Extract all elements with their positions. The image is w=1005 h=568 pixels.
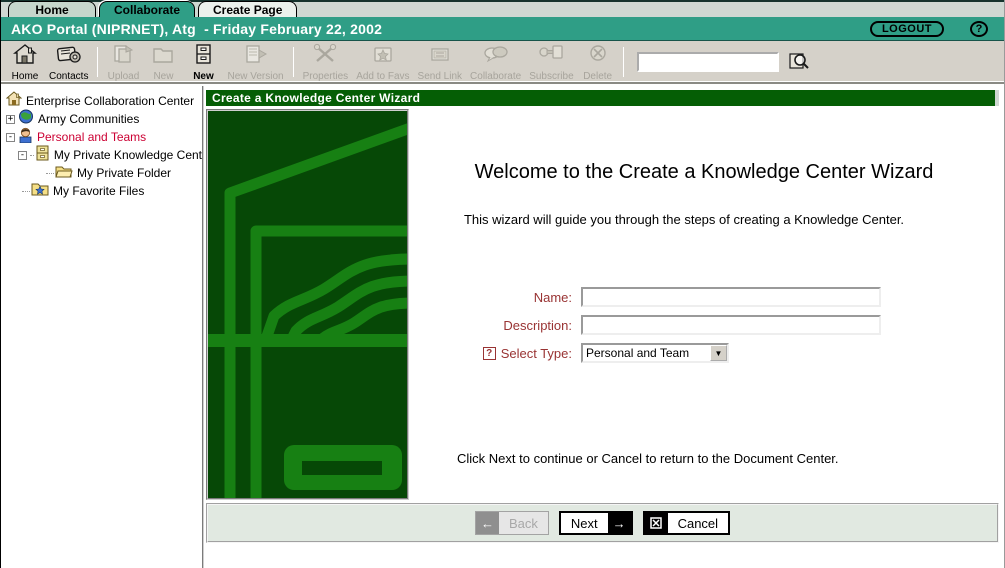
wizard-intro-text: This wizard will guide you through the s… xyxy=(409,212,959,227)
home-icon xyxy=(6,91,22,111)
toolbar-separator xyxy=(293,47,294,77)
toolbar-delete-button[interactable]: Delete xyxy=(578,42,618,82)
toolbar-properties-button[interactable]: Properties xyxy=(299,42,353,82)
field-help-icon[interactable]: ? xyxy=(483,347,496,360)
toolbar-new-version-button[interactable]: New Version xyxy=(223,42,287,82)
wizard-button-bar: ← Back Next → Cancel xyxy=(206,503,999,543)
tab-bar: Home Collaborate Create Page xyxy=(1,0,1004,17)
add-favs-icon xyxy=(371,43,395,70)
person-icon xyxy=(18,127,33,148)
name-field[interactable] xyxy=(581,287,881,307)
empty-area xyxy=(206,543,999,568)
search-icon xyxy=(788,51,810,74)
tree-item-personal-and-teams[interactable]: - Personal and Teams xyxy=(4,128,202,146)
type-select[interactable]: Personal and Team ▼ xyxy=(581,343,729,363)
folder-icon xyxy=(55,164,73,183)
new-version-icon xyxy=(242,43,270,70)
toolbar-subscribe-button[interactable]: Subscribe xyxy=(525,42,577,82)
description-field[interactable] xyxy=(581,315,881,335)
tree-item-army-communities[interactable]: + Army Communities xyxy=(4,110,202,128)
toolbar-upload-button[interactable]: Upload xyxy=(103,42,143,82)
collapse-icon[interactable]: - xyxy=(6,133,15,142)
toolbar: Home Contacts Upload New New New Version… xyxy=(1,41,1004,84)
send-link-icon xyxy=(428,43,452,70)
tree-connector xyxy=(46,173,54,174)
wizard-panel: Create a Knowledge Center Wizard xyxy=(204,86,1004,568)
description-label: Description: xyxy=(439,318,581,333)
tab-create-page[interactable]: Create Page xyxy=(198,1,297,17)
back-arrow-icon: ← xyxy=(476,512,499,534)
favorites-folder-icon xyxy=(31,182,49,201)
new-cabinet-icon xyxy=(193,43,213,70)
toolbar-add-to-favs-button[interactable]: Add to Favs xyxy=(352,42,413,82)
expand-icon[interactable]: + xyxy=(6,115,15,124)
back-button[interactable]: ← Back xyxy=(475,511,549,535)
contacts-icon xyxy=(56,43,82,70)
wizard-form: Name: Description: ? Select Type: xyxy=(439,287,881,371)
wizard-footer-note: Click Next to continue or Cancel to retu… xyxy=(457,451,839,466)
wizard-title-bar: Create a Knowledge Center Wizard xyxy=(206,90,999,106)
home-icon xyxy=(13,43,37,70)
wizard-heading: Welcome to the Create a Knowledge Center… xyxy=(409,161,999,184)
toolbar-new-button[interactable]: New xyxy=(183,42,223,82)
toolbar-contacts-button[interactable]: Contacts xyxy=(45,42,92,82)
cancel-button[interactable]: Cancel xyxy=(643,511,730,535)
circuit-board-graphic xyxy=(206,109,409,500)
tree-connector xyxy=(22,191,30,192)
cancel-x-icon xyxy=(645,513,668,533)
ako-portal-window: Home Collaborate Create Page AKO Portal … xyxy=(0,0,1005,568)
properties-icon xyxy=(312,43,338,70)
toolbar-separator xyxy=(623,47,624,77)
wizard-title: Create a Knowledge Center Wizard xyxy=(212,91,420,105)
upload-icon xyxy=(111,43,135,70)
tab-collaborate[interactable]: Collaborate xyxy=(99,1,195,17)
next-arrow-icon: → xyxy=(608,513,631,533)
toolbar-send-link-button[interactable]: Send Link xyxy=(414,42,466,82)
tree-item-enterprise-collaboration-center[interactable]: Enterprise Collaboration Center xyxy=(4,92,202,110)
next-button[interactable]: Next → xyxy=(559,511,633,535)
tree-connector xyxy=(30,155,34,156)
navigation-tree: Enterprise Collaboration Center + Army C… xyxy=(1,86,204,568)
toolbar-collaborate-button[interactable]: Collaborate xyxy=(466,42,525,82)
toolbar-separator xyxy=(97,47,98,77)
delete-icon xyxy=(587,43,609,70)
tree-item-my-private-knowledge-center[interactable]: - My Private Knowledge Cent xyxy=(4,146,202,164)
search-input[interactable] xyxy=(637,52,779,72)
chevron-down-icon[interactable]: ▼ xyxy=(710,345,727,361)
toolbar-home-button[interactable]: Home xyxy=(5,42,45,82)
help-icon[interactable]: ? xyxy=(970,21,988,37)
collaborate-icon xyxy=(482,43,510,70)
toolbar-new-folder-button[interactable]: New xyxy=(143,42,183,82)
tab-home[interactable]: Home xyxy=(8,1,96,17)
logout-button[interactable]: LOGOUT xyxy=(870,21,944,37)
select-type-label: ? Select Type: xyxy=(439,346,581,361)
collapse-icon[interactable]: - xyxy=(18,151,27,160)
name-label: Name: xyxy=(439,290,581,305)
portal-title: AKO Portal (NIPRNET), Atg - Friday Febru… xyxy=(11,21,382,37)
tree-item-my-private-folder[interactable]: My Private Folder xyxy=(4,164,202,182)
new-folder-icon xyxy=(151,43,175,70)
portal-banner: AKO Portal (NIPRNET), Atg - Friday Febru… xyxy=(1,17,1004,41)
subscribe-icon xyxy=(537,43,565,70)
search-button[interactable] xyxy=(787,51,811,73)
cabinet-icon xyxy=(35,145,50,166)
tree-item-my-favorite-files[interactable]: My Favorite Files xyxy=(4,182,202,200)
